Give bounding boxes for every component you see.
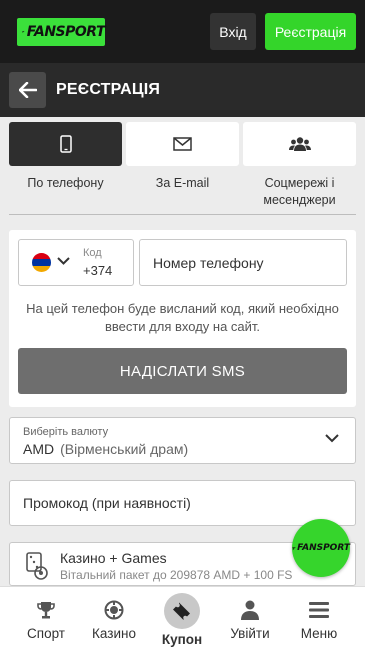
tab-social[interactable] <box>243 122 356 166</box>
currency-select[interactable]: Виберіть валюту AMD (Вірменський драм) <box>9 417 356 464</box>
nav-login[interactable]: Увійти <box>222 587 278 650</box>
logo-text: FANSPORT <box>26 24 106 40</box>
fab-logo-text: FANSPORT <box>297 543 350 553</box>
ticket-icon <box>173 602 190 620</box>
casino-chip-icon <box>104 600 124 620</box>
casino-dice-icon <box>26 552 48 580</box>
armenia-flag-icon <box>32 253 51 272</box>
currency-value: AMD (Вірменський драм) <box>23 441 188 457</box>
trophy-icon <box>37 602 55 619</box>
chevron-down-icon <box>57 257 70 265</box>
tab-phone-label: По телефону <box>27 176 104 190</box>
nav-casino-label: Казино <box>92 626 136 641</box>
bonus-subtitle: Вітальний пакет до 209878 AMD + 100 FS <box>60 568 293 582</box>
login-button[interactable]: Вхід <box>210 13 256 50</box>
sms-hint-text: На цей телефон буде висланий код, який н… <box>26 301 339 334</box>
chevron-down-icon <box>325 434 339 443</box>
fansport-floating-button[interactable]: FANSPORT <box>292 519 350 577</box>
menu-icon <box>309 602 329 618</box>
country-code-select[interactable]: Код +374 <box>18 239 134 286</box>
country-code-label: Код <box>83 247 102 259</box>
tab-email-label: За E-mail <box>155 176 210 190</box>
currency-label: Виберіть валюту <box>23 426 109 438</box>
country-code-value: +374 <box>83 263 113 278</box>
nav-coupon-label: Купон <box>161 632 203 647</box>
register-button[interactable]: Реєстрація <box>265 13 356 50</box>
fansport-logo-icon <box>22 31 25 33</box>
fansport-logo[interactable]: FANSPORT <box>17 18 106 46</box>
users-icon <box>288 137 311 151</box>
divider <box>9 214 356 215</box>
nav-coupon[interactable]: Купон <box>154 587 210 650</box>
bottom-nav: Спорт Казино Купон Увійти Меню <box>0 586 365 650</box>
nav-sport[interactable]: Спорт <box>18 587 74 650</box>
nav-menu-label: Меню <box>300 626 338 641</box>
currency-code: AMD <box>23 441 55 457</box>
top-bar: FANSPORT Вхід Реєстрація <box>0 0 365 63</box>
bonus-title: Казино + Games <box>60 550 167 566</box>
arrow-left-icon <box>18 82 37 98</box>
nav-sport-label: Спорт <box>27 626 65 641</box>
nav-casino[interactable]: Казино <box>86 587 142 650</box>
promo-code-input[interactable] <box>9 480 356 526</box>
send-sms-button[interactable]: НАДІСЛАТИ SMS <box>18 348 347 394</box>
tab-email[interactable] <box>126 122 239 166</box>
nav-login-label: Увійти <box>230 626 270 641</box>
nav-menu[interactable]: Меню <box>290 587 348 650</box>
tab-phone[interactable] <box>9 122 122 166</box>
user-icon <box>241 600 259 620</box>
fansport-logo-icon <box>292 546 296 550</box>
phone-icon <box>59 135 72 153</box>
currency-name: (Вірменський драм) <box>60 441 189 457</box>
back-button[interactable] <box>9 72 46 108</box>
tab-social-label: Соцмережі і месенджери <box>263 176 336 207</box>
title-bar: РЕЄСТРАЦІЯ <box>0 63 365 117</box>
envelope-icon <box>173 137 192 151</box>
phone-number-input[interactable] <box>139 239 347 286</box>
page-title: РЕЄСТРАЦІЯ <box>56 81 161 98</box>
